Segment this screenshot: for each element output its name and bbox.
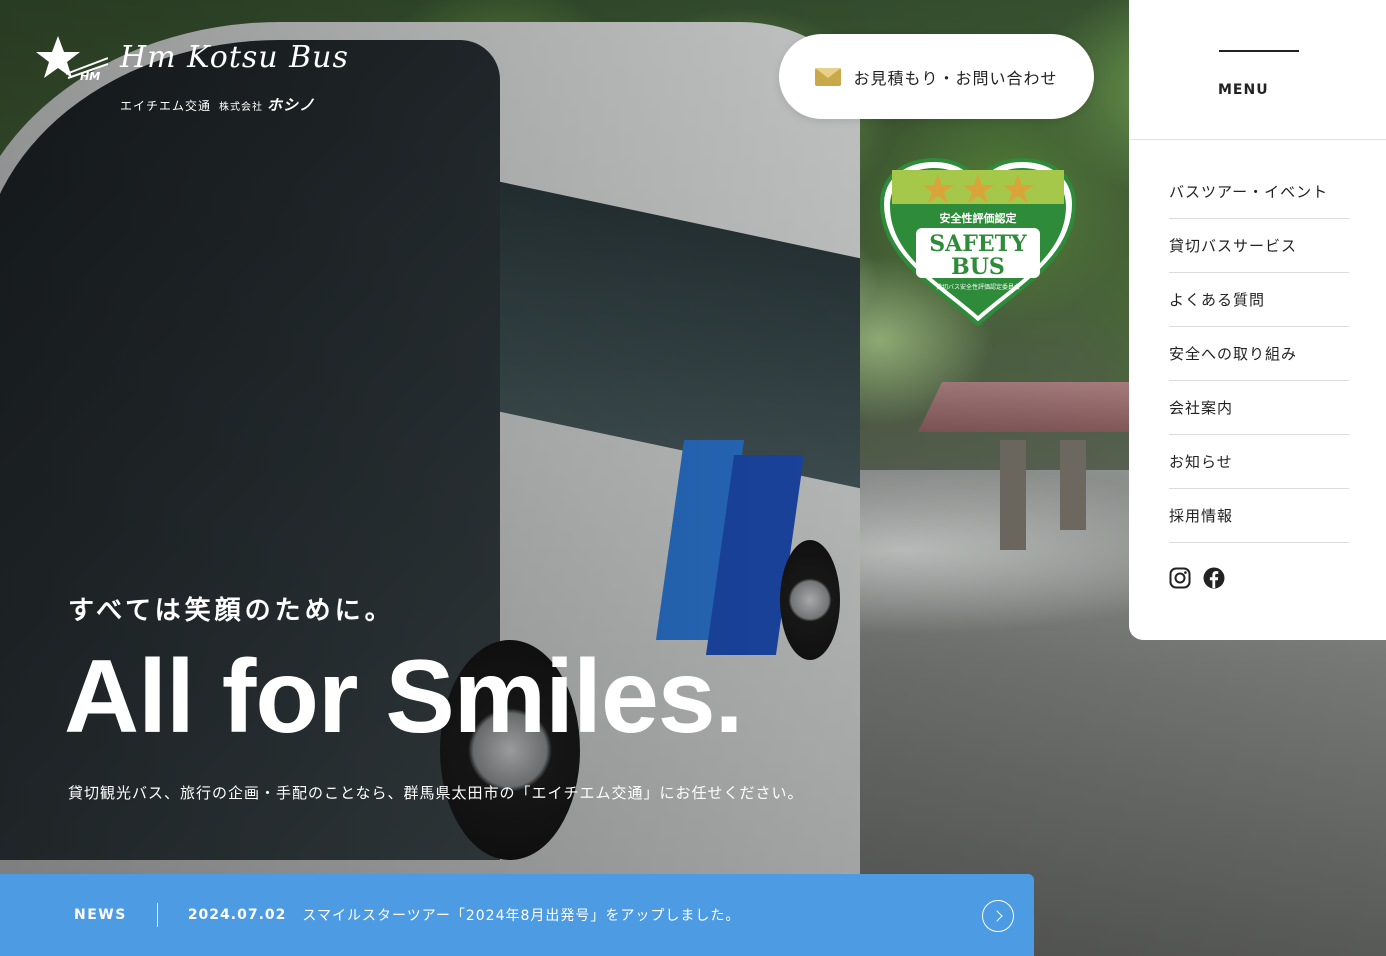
news-bar: NEWS 2024.07.02 スマイルスターツアー「2024年8月出発号」をア…	[0, 874, 1034, 956]
news-headline-link[interactable]: スマイルスターツアー「2024年8月出発号」をアップしました。	[302, 905, 740, 925]
menu-item-bus-tour[interactable]: バスツアー・イベント	[1169, 165, 1349, 219]
hero-tagline: すべては笑顔のために。	[68, 596, 395, 626]
contact-label: お見積もり・お問い合わせ	[853, 68, 1058, 88]
badge-top-text: 安全性評価認定	[940, 211, 1017, 225]
chevron-right-icon[interactable]	[982, 900, 1014, 932]
logo-subtitle: エイチエム交通 株式会社 ホシノ	[120, 94, 315, 115]
logo-name: Hm Kotsu Bus	[120, 40, 349, 75]
logo-subtitle-jp: エイチエム交通	[120, 99, 212, 113]
facebook-icon[interactable]	[1203, 567, 1225, 589]
menu-item-news[interactable]: お知らせ	[1169, 435, 1349, 489]
hero-description: 貸切観光バス、旅行の企画・手配のことなら、群馬県太田市の「エイチエム交通」にお任…	[68, 784, 804, 802]
menu-header: MENU	[1129, 0, 1386, 140]
logo-corp: 株式会社	[219, 102, 264, 113]
menu-label[interactable]: MENU	[1218, 82, 1269, 98]
news-date: 2024.07.02	[187, 907, 287, 923]
menu-item-safety[interactable]: 安全への取り組み	[1169, 327, 1349, 381]
menu-item-charter-bus[interactable]: 貸切バスサービス	[1169, 219, 1349, 273]
logo-mark: HM	[80, 70, 100, 83]
social-links	[1169, 567, 1225, 589]
logo-company: ホシノ	[267, 96, 316, 114]
menu-item-recruit[interactable]: 採用情報	[1169, 489, 1349, 543]
contact-button[interactable]: お見積もり・お問い合わせ	[779, 34, 1094, 119]
mail-icon	[815, 67, 842, 86]
instagram-icon[interactable]	[1169, 567, 1191, 589]
news-label: NEWS	[74, 907, 127, 923]
side-menu: MENU バスツアー・イベント 貸切バスサービス よくある質問 安全への取り組み…	[1129, 0, 1386, 640]
site-logo[interactable]: HM Hm Kotsu Bus エイチエム交通 株式会社 ホシノ	[36, 34, 366, 114]
news-divider	[156, 903, 158, 927]
hamburger-icon[interactable]	[1219, 50, 1299, 70]
menu-list: バスツアー・イベント 貸切バスサービス よくある質問 安全への取り組み 会社案内…	[1169, 165, 1349, 543]
menu-item-company[interactable]: 会社案内	[1169, 381, 1349, 435]
badge-line2: BUS	[951, 254, 1005, 280]
safety-bus-badge: 安全性評価認定 SAFETY BUS 貸切バス安全性評価認定委員会	[879, 158, 1077, 326]
hero-headline: All for Smiles.	[64, 639, 744, 755]
menu-item-faq[interactable]: よくある質問	[1169, 273, 1349, 327]
star-logo-icon: HM	[36, 36, 108, 83]
badge-footer: 貸切バス安全性評価認定委員会	[936, 283, 1020, 291]
